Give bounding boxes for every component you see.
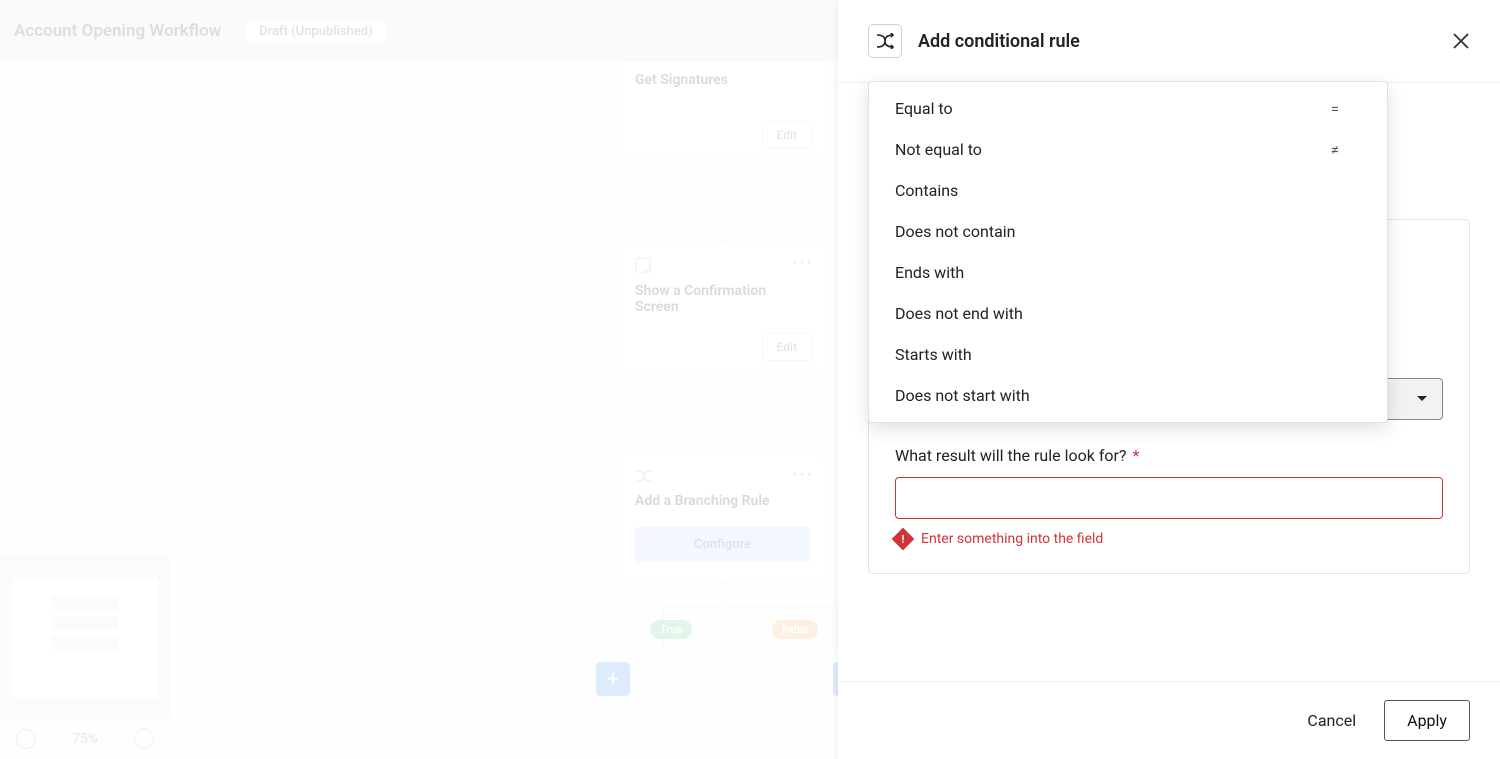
cancel-button[interactable]: Cancel — [1307, 711, 1356, 730]
operator-option-symbol: = — [1331, 100, 1339, 118]
zoom-level: 75% — [72, 731, 98, 747]
required-asterisk: * — [1132, 446, 1139, 465]
apply-button[interactable]: Apply — [1384, 700, 1470, 741]
result-value-input[interactable] — [895, 477, 1443, 519]
operator-option[interactable]: Does not contain — [869, 211, 1387, 252]
operator-option-label: Equal to — [895, 99, 953, 118]
operator-option-label: Not equal to — [895, 140, 982, 159]
operator-option[interactable]: Does not start with — [869, 375, 1387, 416]
operator-option-label: Starts with — [895, 345, 972, 364]
branch-true-pill: True — [650, 620, 692, 639]
connector-line — [722, 582, 723, 606]
result-question-label: What result will the rule look for?* — [895, 446, 1443, 465]
workflow-card-confirmation: ••• Show a Confirmation Screen Edit — [620, 242, 825, 372]
panel-footer: Cancel Apply — [838, 681, 1500, 759]
operator-option-symbol: ≠ — [1331, 141, 1339, 159]
branch-false-pill: False — [772, 620, 818, 639]
caret-down-icon — [1416, 395, 1428, 403]
zoom-in-icon — [16, 729, 36, 749]
operator-option-label: Does not start with — [895, 386, 1030, 405]
error-icon: ! — [892, 528, 915, 551]
card-title: Add a Branching Rule — [635, 493, 810, 509]
operator-option[interactable]: Not equal to ≠ — [869, 129, 1387, 170]
card-title: Get Signatures — [635, 72, 810, 88]
minimap-thumbnail — [0, 554, 170, 719]
workflow-title: Account Opening Workflow — [14, 21, 221, 41]
note-icon — [635, 257, 810, 273]
operator-option-label: Contains — [895, 181, 958, 200]
card-title: Show a Confirmation Screen — [635, 283, 810, 315]
conditional-rule-panel: Add conditional rule This whe IF Equal t… — [838, 0, 1500, 759]
panel-header: Add conditional rule — [838, 0, 1500, 82]
validation-error: ! Enter something into the field — [895, 531, 1443, 547]
connector-line — [722, 372, 723, 454]
operator-option[interactable]: Starts with — [869, 334, 1387, 375]
operator-dropdown-menu[interactable]: Equal to = Not equal to ≠ Contains Does not c… — [868, 81, 1388, 423]
connector-line — [663, 606, 837, 607]
more-icon: ••• — [792, 465, 814, 484]
operator-option[interactable]: Ends with — [869, 252, 1387, 293]
workflow-status-pill: Draft (Unpublished) — [245, 20, 386, 43]
branch-icon — [635, 469, 810, 483]
close-button[interactable] — [1452, 32, 1470, 50]
workflow-card-branching: ••• Add a Branching Rule Configure — [620, 454, 825, 582]
panel-title: Add conditional rule — [918, 31, 1436, 52]
edit-button: Edit — [762, 333, 812, 361]
operator-option[interactable]: Equal to = — [869, 88, 1387, 129]
error-message: Enter something into the field — [921, 531, 1103, 547]
zoom-out-icon — [134, 729, 154, 749]
more-icon: ••• — [792, 253, 814, 272]
connector-line — [722, 160, 723, 242]
workflow-card-signatures: Get Signatures Edit — [620, 62, 825, 160]
operator-option[interactable]: Contains — [869, 170, 1387, 211]
operator-option-label: Does not end with — [895, 304, 1023, 323]
panel-body: This whe IF Equal to What result will th… — [838, 83, 1500, 681]
operator-option-label: Ends with — [895, 263, 964, 282]
add-node-button: + — [596, 662, 630, 696]
operator-option-label: Does not contain — [895, 222, 1016, 241]
zoom-controls: 75% — [0, 719, 170, 759]
operator-option[interactable]: Does not end with — [869, 293, 1387, 334]
edit-button: Edit — [762, 121, 812, 149]
configure-button: Configure — [635, 527, 810, 562]
branch-icon — [868, 24, 902, 58]
